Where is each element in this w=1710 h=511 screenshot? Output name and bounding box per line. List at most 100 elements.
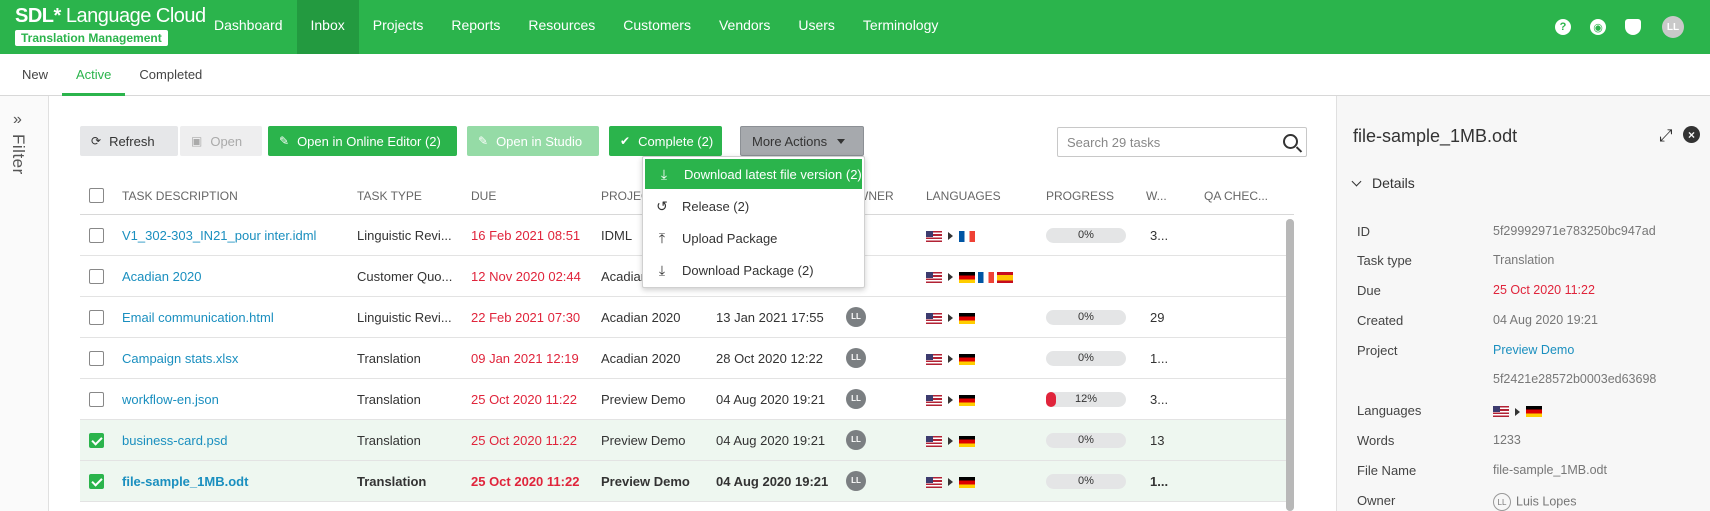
upload-icon: ⤒ (658, 229, 666, 246)
globe-icon[interactable]: ◉ (1590, 19, 1606, 35)
table-scrollbar[interactable] (1286, 219, 1294, 511)
search-icon[interactable] (1283, 134, 1298, 149)
column-header-type[interactable]: TASK TYPE (357, 177, 422, 215)
table-row[interactable]: business-card.psd Translation 25 Oct 2020 … (80, 420, 1294, 461)
detail-row: ID 5f29992971e783250bc947ad (1357, 224, 1697, 244)
flag-us-icon (926, 312, 942, 324)
column-header-qa-checks[interactable]: QA CHEC... (1204, 177, 1268, 215)
progress-bar: 0% (1046, 228, 1126, 243)
row-checkbox[interactable] (89, 310, 104, 325)
top-icons: ? ◉ LL (1555, 0, 1710, 54)
detail-label: Due (1357, 283, 1381, 298)
table-row[interactable]: file-sample_1MB.odt Translation 25 Oct 202… (80, 461, 1294, 502)
menu-item-label: Download Package (2) (682, 262, 814, 278)
row-checkbox[interactable] (89, 351, 104, 366)
progress-fill (1046, 392, 1056, 407)
nav-item-customers[interactable]: Customers (609, 0, 705, 54)
project-link[interactable]: Preview Demo (1493, 343, 1574, 357)
nav-item-users[interactable]: Users (784, 0, 849, 54)
row-checkbox[interactable] (89, 228, 104, 243)
refresh-button[interactable]: ⟳ Refresh (80, 126, 178, 156)
nav-item-projects[interactable]: Projects (359, 0, 438, 54)
menu-item-download-latest-file-version-2[interactable]: ⤓ Download latest file version (2) (645, 159, 862, 189)
edit-icon: ✎ (478, 134, 489, 148)
nav-item-resources[interactable]: Resources (514, 0, 609, 54)
task-type: Linguistic Revi... (357, 310, 452, 325)
select-all-checkbox[interactable] (89, 188, 104, 203)
menu-item-upload-package[interactable]: ⤒ Upload Package (643, 222, 864, 254)
menu-item-label: Upload Package (682, 230, 778, 246)
task-due: 25 Oct 2020 11:22 (471, 433, 578, 448)
menu-item-download-package-2[interactable]: ⤓ Download Package (2) (643, 254, 864, 286)
table-row[interactable]: workflow-en.json Translation 25 Oct 2020 1… (80, 379, 1294, 420)
complete-button[interactable]: ✔ Complete (2) (609, 126, 722, 156)
inbox-tabs: New Active Completed (0, 54, 1710, 96)
column-header-progress[interactable]: PROGRESS (1046, 177, 1114, 215)
undo-icon: ↺ (656, 197, 668, 214)
logo-text: SDL* Language Cloud (15, 5, 206, 27)
nav-item-terminology[interactable]: Terminology (849, 0, 952, 54)
expand-icon[interactable]: ⤢ (1659, 126, 1673, 146)
column-header-words[interactable]: W... (1146, 177, 1167, 215)
column-header-description[interactable]: TASK DESCRIPTION (122, 177, 238, 215)
row-checkbox[interactable] (89, 474, 104, 489)
nav-item-inbox[interactable]: Inbox (296, 0, 359, 54)
column-header-due[interactable]: DUE (471, 177, 496, 215)
close-icon[interactable]: × (1683, 126, 1700, 143)
main-nav: Dashboard Inbox Projects Reports Resources Cu… (200, 0, 952, 54)
row-checkbox[interactable] (89, 392, 104, 407)
tab-active[interactable]: Active (62, 54, 126, 96)
more-actions-button[interactable]: More Actions (740, 126, 864, 156)
task-project: Acadian 2020 (601, 310, 681, 325)
language-pair (926, 394, 978, 406)
nav-item-vendors[interactable]: Vendors (705, 0, 784, 54)
menu-item-release-2[interactable]: ↺ Release (2) (643, 190, 864, 222)
top-bar: SDL* Language Cloud Translation Manageme… (0, 0, 1710, 54)
search-input[interactable] (1058, 128, 1273, 156)
check-icon: ✔ (620, 134, 631, 148)
help-icon[interactable]: ? (1555, 19, 1571, 35)
nav-item-dashboard[interactable]: Dashboard (200, 0, 297, 54)
scrollbar-thumb[interactable] (1286, 219, 1294, 511)
task-description-link[interactable]: business-card.psd (122, 420, 347, 461)
more-actions-menu: ⤓ Download latest file version (2) ↺ Releas… (642, 156, 865, 288)
task-type: Translation (357, 392, 421, 407)
owner-avatar: LL (846, 389, 866, 409)
column-header-languages[interactable]: LANGUAGES (926, 177, 1001, 215)
language-pair (926, 312, 978, 324)
flag-fr-icon (959, 230, 975, 242)
expand-filter-icon[interactable]: » (13, 111, 22, 129)
row-checkbox[interactable] (89, 269, 104, 284)
filter-panel[interactable]: » Filter (0, 96, 49, 511)
task-project: Preview Demo (601, 392, 686, 407)
task-description-link[interactable]: file-sample_1MB.odt (122, 461, 347, 502)
user-avatar[interactable]: LL (1662, 16, 1684, 38)
filter-label[interactable]: Filter (8, 134, 28, 175)
open-icon: ▣ (191, 134, 203, 148)
table-row[interactable]: Email communication.html Linguistic Revi.… (80, 297, 1294, 338)
progress-text: 0% (1078, 352, 1094, 364)
app-logo[interactable]: SDL* Language Cloud Translation Manageme… (15, 4, 206, 46)
task-type: Customer Quo... (357, 269, 453, 284)
nav-item-reports[interactable]: Reports (437, 0, 514, 54)
task-description-link[interactable]: V1_302-303_IN21_pour inter.idml (122, 215, 347, 256)
tab-completed[interactable]: Completed (125, 54, 216, 96)
task-description-link[interactable]: Email communication.html (122, 297, 347, 338)
open-online-editor-button[interactable]: ✎ Open in Online Editor (2) (268, 126, 457, 156)
details-section-toggle[interactable]: Details (1351, 175, 1415, 191)
notifications-icon[interactable] (1625, 19, 1641, 35)
arrow-right-icon (948, 273, 953, 281)
task-description-link[interactable]: workflow-en.json (122, 379, 347, 420)
open-button[interactable]: ▣ Open (180, 126, 262, 156)
row-checkbox[interactable] (89, 433, 104, 448)
task-due: 25 Oct 2020 11:22 (471, 474, 580, 489)
details-panel: file-sample_1MB.odt ⤢ × Details ID 5f2999… (1336, 96, 1710, 511)
task-type: Translation (357, 474, 427, 489)
task-description-link[interactable]: Campaign stats.xlsx (122, 338, 347, 379)
task-description-link[interactable]: Acadian 2020 (122, 256, 347, 297)
table-row[interactable]: Campaign stats.xlsx Translation 09 Jan 202… (80, 338, 1294, 379)
task-created: 04 Aug 2020 19:21 (716, 392, 826, 407)
open-in-studio-button[interactable]: ✎ Open in Studio (467, 126, 599, 156)
tab-new[interactable]: New (8, 54, 62, 96)
detail-value: 04 Aug 2020 19:21 (1493, 313, 1598, 327)
